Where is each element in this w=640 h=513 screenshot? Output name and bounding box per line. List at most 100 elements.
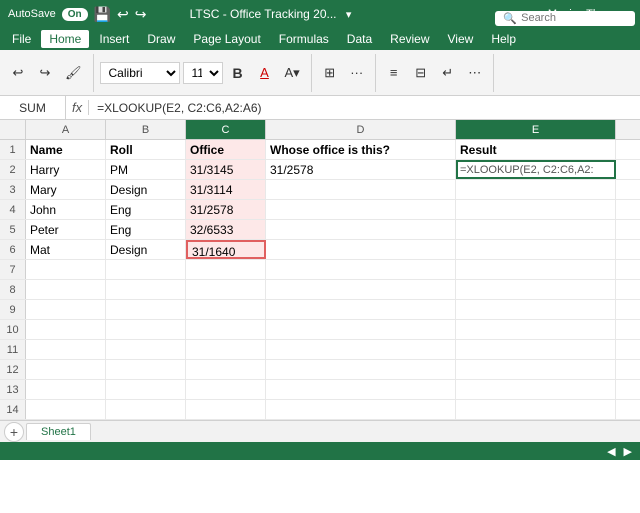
format-painter-button[interactable]: 🖌 [60, 59, 87, 87]
scroll-right-icon[interactable]: ▶ [624, 445, 632, 458]
cell-d13[interactable] [266, 380, 456, 399]
col-header-d[interactable]: D [266, 120, 456, 139]
cell-a12[interactable] [26, 360, 106, 379]
cell-b11[interactable] [106, 340, 186, 359]
cell-f7[interactable] [616, 260, 640, 279]
menu-data[interactable]: Data [339, 30, 380, 48]
cell-f6[interactable] [616, 240, 640, 259]
cell-a2[interactable]: Harry [26, 160, 106, 179]
cell-a7[interactable] [26, 260, 106, 279]
col-header-a[interactable]: A [26, 120, 106, 139]
cell-c11[interactable] [186, 340, 266, 359]
cell-d10[interactable] [266, 320, 456, 339]
cell-e1[interactable]: Result [456, 140, 616, 159]
cell-e4[interactable] [456, 200, 616, 219]
cell-f11[interactable] [616, 340, 640, 359]
cell-f3[interactable] [616, 180, 640, 199]
cell-e5[interactable] [456, 220, 616, 239]
cell-e2[interactable]: =XLOOKUP(E2, C2:C6,A2: [456, 160, 616, 179]
cell-a9[interactable] [26, 300, 106, 319]
cell-d12[interactable] [266, 360, 456, 379]
cell-f9[interactable] [616, 300, 640, 319]
save-icon[interactable]: 💾 [94, 6, 111, 23]
font-select[interactable]: Calibri [100, 62, 180, 84]
menu-view[interactable]: View [440, 30, 482, 48]
cell-f5[interactable] [616, 220, 640, 239]
cell-a14[interactable] [26, 400, 106, 419]
cell-f10[interactable] [616, 320, 640, 339]
cell-d8[interactable] [266, 280, 456, 299]
cell-c6[interactable]: 31/1640 [186, 240, 266, 259]
col-header-c[interactable]: C [186, 120, 266, 139]
wrap-button[interactable]: ↵ [436, 59, 460, 87]
search-bar[interactable]: 🔍 [495, 11, 635, 26]
merge-button[interactable]: ⊟ [409, 59, 433, 87]
menu-help[interactable]: Help [483, 30, 524, 48]
cell-c10[interactable] [186, 320, 266, 339]
menu-draw[interactable]: Draw [139, 30, 183, 48]
cell-a13[interactable] [26, 380, 106, 399]
cell-f2[interactable] [616, 160, 640, 179]
cell-d4[interactable] [266, 200, 456, 219]
undo-button[interactable]: ↩ [6, 59, 30, 87]
redo-icon[interactable]: ↪ [135, 6, 147, 23]
formula-content[interactable]: =XLOOKUP(E2, C2:C6,A2:A6) [89, 101, 269, 115]
cell-a4[interactable]: John [26, 200, 106, 219]
cell-b8[interactable] [106, 280, 186, 299]
cell-e13[interactable] [456, 380, 616, 399]
autosave-toggle[interactable]: On [62, 8, 88, 21]
cell-d2[interactable]: 31/2578 [266, 160, 456, 179]
cell-b2[interactable]: PM [106, 160, 186, 179]
menu-page-layout[interactable]: Page Layout [185, 30, 268, 48]
cell-c3[interactable]: 31/3114 [186, 180, 266, 199]
cell-a6[interactable]: Mat [26, 240, 106, 259]
sheet-tab-1[interactable]: Sheet1 [26, 423, 91, 440]
cell-e12[interactable] [456, 360, 616, 379]
cell-c8[interactable] [186, 280, 266, 299]
col-header-b[interactable]: B [106, 120, 186, 139]
cell-b12[interactable] [106, 360, 186, 379]
menu-file[interactable]: File [4, 30, 39, 48]
cell-d5[interactable] [266, 220, 456, 239]
redo-button[interactable]: ↪ [33, 59, 57, 87]
cell-b13[interactable] [106, 380, 186, 399]
menu-home[interactable]: Home [41, 30, 89, 48]
menu-formulas[interactable]: Formulas [271, 30, 337, 48]
more2-button[interactable]: ⋯ [463, 59, 487, 87]
cell-e7[interactable] [456, 260, 616, 279]
cell-d6[interactable] [266, 240, 456, 259]
cell-b6[interactable]: Design [106, 240, 186, 259]
cell-c1[interactable]: Office [186, 140, 266, 159]
cell-d9[interactable] [266, 300, 456, 319]
cell-d14[interactable] [266, 400, 456, 419]
cell-a3[interactable]: Mary [26, 180, 106, 199]
cell-b4[interactable]: Eng [106, 200, 186, 219]
cell-f4[interactable] [616, 200, 640, 219]
cell-b10[interactable] [106, 320, 186, 339]
font-size-select[interactable]: 11 [183, 62, 223, 84]
cell-f8[interactable] [616, 280, 640, 299]
add-sheet-button[interactable]: + [4, 422, 24, 442]
cell-f13[interactable] [616, 380, 640, 399]
cell-b9[interactable] [106, 300, 186, 319]
cell-b5[interactable]: Eng [106, 220, 186, 239]
cell-e14[interactable] [456, 400, 616, 419]
cell-a11[interactable] [26, 340, 106, 359]
cell-e3[interactable] [456, 180, 616, 199]
font-color-button[interactable]: A [253, 59, 277, 87]
cell-b7[interactable] [106, 260, 186, 279]
cell-f1[interactable] [616, 140, 640, 159]
scroll-left-icon[interactable]: ◀ [607, 445, 615, 458]
borders-button[interactable]: ⊞ [318, 59, 342, 87]
cell-c12[interactable] [186, 360, 266, 379]
cell-e8[interactable] [456, 280, 616, 299]
cell-c2[interactable]: 31/3145 [186, 160, 266, 179]
cell-f12[interactable] [616, 360, 640, 379]
cell-b14[interactable] [106, 400, 186, 419]
col-header-f[interactable]: F [616, 120, 640, 139]
search-input[interactable] [521, 12, 601, 24]
cell-c13[interactable] [186, 380, 266, 399]
cell-c5[interactable]: 32/6533 [186, 220, 266, 239]
cell-d3[interactable] [266, 180, 456, 199]
undo-icon[interactable]: ↩ [117, 6, 129, 23]
